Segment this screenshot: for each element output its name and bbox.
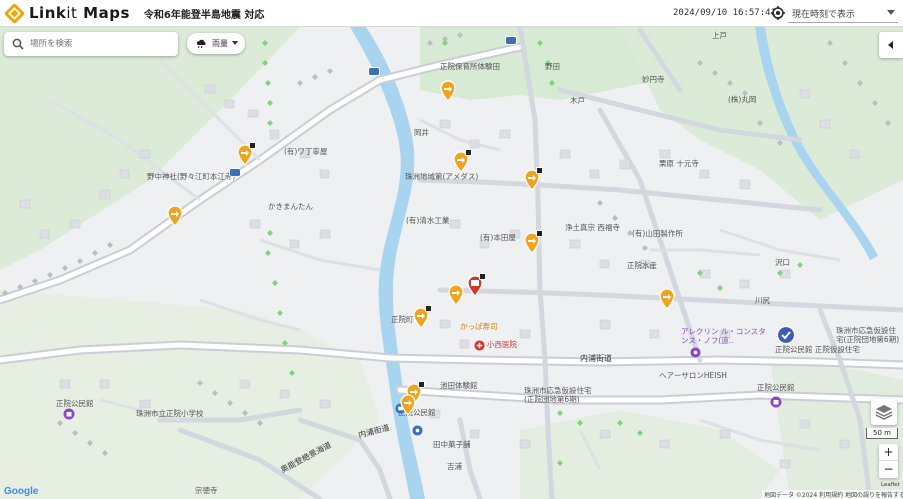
public-hall-icon bbox=[770, 396, 782, 408]
camera-badge-icon bbox=[465, 149, 472, 156]
label-shoin-elem: 珠洲市立正院小学校 bbox=[136, 409, 204, 418]
facility-marker[interactable] bbox=[412, 305, 432, 329]
public-hall-icon bbox=[63, 408, 75, 420]
road-label-uchiura: 内浦街道 bbox=[580, 354, 612, 363]
app-window: Linkit Maps 令和6年能登半島地震 対応 2024/09/10 16:… bbox=[0, 0, 903, 499]
rainfall-layer-button[interactable]: 雨量 bbox=[187, 33, 245, 54]
label-shimizu-kogyo: (有)清水工業 bbox=[406, 216, 450, 225]
zoom-out-button[interactable]: − bbox=[879, 461, 898, 478]
label-kaki: かきまんたん bbox=[268, 202, 313, 211]
label-shoin-hoikuen: 正院保育所体験田 bbox=[440, 62, 500, 71]
chevron-left-icon bbox=[888, 41, 893, 49]
chevron-down-icon bbox=[232, 41, 238, 45]
clinic-icon bbox=[474, 340, 485, 351]
label-kido: 木戸 bbox=[570, 96, 585, 105]
label-kawai: 川尻 bbox=[755, 296, 770, 305]
linkit-logo-icon bbox=[5, 3, 24, 23]
orange-pin-icon bbox=[440, 80, 456, 102]
zoom-in-button[interactable]: + bbox=[879, 444, 898, 461]
label-okai: 岡井 bbox=[414, 128, 429, 137]
facility-marker[interactable] bbox=[523, 230, 543, 254]
label-jodo-temple: 浄土真宗 西福寺 bbox=[565, 223, 620, 232]
search-icon bbox=[12, 38, 24, 50]
label-suzu-fire: 珠洲市応急仮設住宅(正院団地第6期) bbox=[836, 326, 900, 344]
current-datetime: 2024/09/10 16:57:41 bbox=[673, 8, 776, 18]
label-ohama: (株)丸岡 bbox=[728, 95, 757, 104]
camera-badge-icon bbox=[536, 230, 543, 237]
facility-marker[interactable] bbox=[523, 167, 543, 191]
leaflet-credit[interactable]: Leaflet bbox=[881, 482, 900, 488]
facility-marker-selected[interactable] bbox=[466, 273, 486, 297]
rainfall-label: 雨量 bbox=[212, 39, 228, 48]
map-canvas[interactable]: 内浦街道 内浦街道 奥能登絶景海道 正院保育所体験田 (有)ワ丁寧屋 野中神社(… bbox=[0, 27, 903, 499]
facility-marker[interactable] bbox=[658, 288, 676, 310]
label-shoin-kouminkan: 正院公民館 bbox=[757, 383, 795, 392]
label-aleklin: アレクリン ル・コンスタンス・ノフ(遠.. bbox=[681, 327, 766, 345]
label-shoin-chou: 正院町 bbox=[391, 315, 414, 324]
camera-badge-icon bbox=[418, 381, 425, 388]
time-display-select[interactable]: 現在時刻で表示 bbox=[788, 4, 898, 23]
search-input[interactable] bbox=[30, 39, 170, 49]
page-title: 令和6年能登半島地震 対応 bbox=[143, 9, 265, 21]
google-logo: Google bbox=[4, 486, 39, 497]
locate-icon[interactable] bbox=[771, 6, 785, 20]
label-suzushi-oukyu: 珠洲市応急仮設住宅(正院団地第6期) bbox=[524, 386, 592, 404]
facility-marker[interactable] bbox=[447, 284, 465, 306]
label-myoen: 妙円寺 bbox=[642, 75, 665, 84]
orange-pin-icon bbox=[400, 394, 416, 416]
app-logo[interactable]: Linkit Maps bbox=[5, 0, 130, 27]
place-search-box[interactable] bbox=[4, 32, 178, 56]
label-suzu-city-inn: 珠洲地域第(アメダス) bbox=[405, 172, 479, 181]
facility-marker[interactable] bbox=[452, 149, 472, 173]
zoom-control: + − bbox=[879, 444, 898, 478]
label-yoshiura: 吉浦 bbox=[447, 462, 462, 471]
label-kappa-sushi: かっぱ寿司 bbox=[460, 322, 498, 331]
label-muneto: 宗徳寺 bbox=[195, 486, 218, 495]
label-kiyo: (有)ワ丁寧屋 bbox=[284, 147, 328, 156]
label-sawaguchi: 沢口 bbox=[775, 258, 790, 267]
chevron-down-icon bbox=[887, 10, 895, 15]
label-ikeda: 池田体験館 bbox=[440, 381, 478, 390]
facility-marker[interactable] bbox=[439, 80, 457, 102]
map-attribution[interactable]: 地図データ ©2024 利用規約 地図の誤りを報告する bbox=[762, 490, 903, 499]
label-tanaka: 田中菓子舗 bbox=[433, 440, 471, 449]
orange-pin-icon bbox=[659, 288, 675, 310]
top-header: Linkit Maps 令和6年能登半島地震 対応 2024/09/10 16:… bbox=[0, 0, 903, 27]
camera-badge-icon bbox=[479, 273, 486, 280]
rain-cloud-icon bbox=[196, 39, 206, 48]
map-layers-button[interactable] bbox=[871, 399, 897, 425]
label-hair-salon: ヘアーサロンHEISH bbox=[659, 371, 727, 380]
label-shoin-suisan: 正院水産 bbox=[627, 261, 657, 270]
route-12-shield-icon bbox=[229, 168, 241, 177]
app-name: Linkit Maps bbox=[29, 4, 130, 22]
orange-pin-icon bbox=[448, 284, 464, 306]
label-yamada: (有)山田製作所 bbox=[632, 229, 683, 238]
check-marker[interactable] bbox=[776, 325, 796, 347]
facility-marker[interactable] bbox=[399, 394, 417, 416]
shop-icon bbox=[690, 347, 701, 358]
label-honda: (有)本田屋 bbox=[480, 233, 516, 242]
camera-badge-icon bbox=[249, 142, 256, 149]
map-scale: 50 m bbox=[866, 428, 898, 439]
label-onishi-clinic: 小西医院 bbox=[487, 340, 517, 349]
time-display-value: 現在時刻で表示 bbox=[792, 9, 856, 20]
layers-icon bbox=[875, 405, 893, 420]
label-kamido: 上戸 bbox=[712, 31, 727, 40]
orange-pin-icon bbox=[167, 205, 183, 227]
camera-badge-icon bbox=[425, 305, 432, 312]
route-12-shield-icon bbox=[368, 67, 380, 76]
label-noda: 野田 bbox=[545, 62, 560, 71]
label-chuo: 正院公民館 正院仮設住宅 bbox=[775, 345, 860, 354]
facility-marker[interactable] bbox=[236, 142, 256, 166]
facility-marker[interactable] bbox=[166, 205, 184, 227]
label-kurikara: 栗原 十元寺 bbox=[659, 159, 699, 168]
route-12-shield-icon bbox=[505, 36, 517, 45]
blue-check-pin-icon bbox=[776, 325, 796, 345]
camera-badge-icon bbox=[536, 167, 543, 174]
label-nonaka-shrine: 野中神社(野々江町本江寺) bbox=[147, 172, 236, 181]
side-panel-toggle[interactable] bbox=[879, 32, 903, 58]
police-icon bbox=[412, 425, 423, 436]
